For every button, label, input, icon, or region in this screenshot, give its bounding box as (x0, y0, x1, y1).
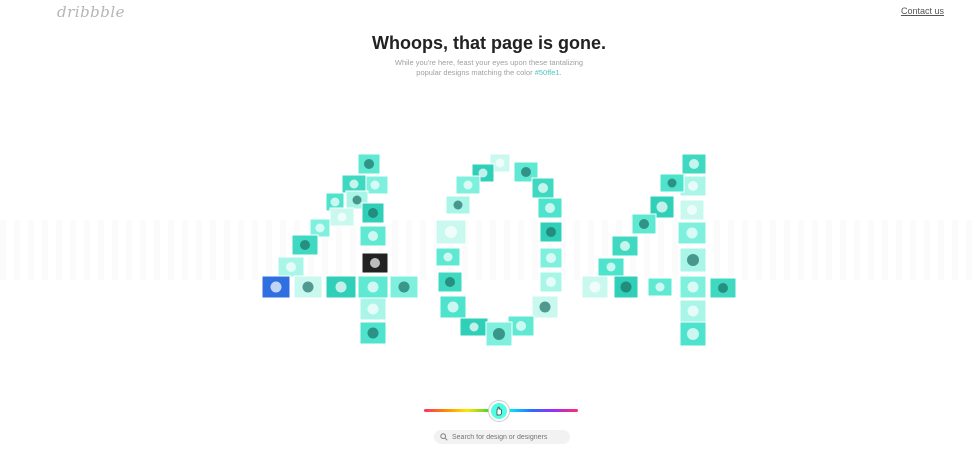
hand-icon (496, 406, 502, 416)
design-shot-thumbnail[interactable] (679, 299, 707, 323)
design-shot-thumbnail[interactable] (539, 221, 563, 243)
design-shot-thumbnail[interactable] (389, 275, 419, 299)
design-shot-thumbnail[interactable] (485, 321, 513, 347)
page-subtitle: While you're here, feast your eyes upon … (0, 58, 978, 78)
design-shot-thumbnail[interactable] (437, 271, 463, 293)
subtitle-line-2: popular designs matching the color #50ff… (0, 68, 978, 78)
design-shot-thumbnail[interactable] (359, 225, 387, 247)
search-bar[interactable] (434, 430, 570, 444)
design-shot-thumbnail[interactable] (359, 297, 387, 321)
design-shot-thumbnail[interactable] (537, 197, 563, 219)
color-hex-link[interactable]: #50ffe1 (535, 68, 560, 77)
design-shot-thumbnail[interactable] (357, 153, 381, 175)
design-shot-thumbnail[interactable] (325, 275, 357, 299)
design-shot-thumbnail[interactable] (597, 257, 625, 277)
dribbble-logo[interactable]: dribbble (57, 3, 125, 21)
design-shot-thumbnail[interactable] (631, 213, 657, 235)
page-title: Whoops, that page is gone. (372, 33, 606, 53)
design-shot-thumbnail[interactable] (329, 207, 355, 227)
contact-us-link[interactable]: Contact us (901, 6, 944, 16)
subtitle-line-1: While you're here, feast your eyes upon … (394, 58, 584, 67)
background-pattern (0, 220, 978, 280)
design-shot-thumbnail[interactable] (531, 295, 559, 319)
design-shot-thumbnail[interactable] (679, 275, 707, 299)
design-shot-thumbnail[interactable] (357, 275, 389, 299)
design-shot-thumbnail[interactable] (293, 275, 323, 299)
design-shot-thumbnail[interactable] (361, 252, 389, 274)
design-shot-thumbnail[interactable] (291, 234, 319, 256)
design-shot-thumbnail[interactable] (679, 247, 707, 273)
design-shot-thumbnail[interactable] (679, 199, 705, 221)
search-icon (440, 433, 448, 441)
design-shot-thumbnail[interactable] (679, 321, 707, 347)
design-shot-thumbnail[interactable] (277, 256, 305, 278)
design-shot-thumbnail[interactable] (647, 277, 673, 297)
design-shot-thumbnail[interactable] (445, 195, 471, 215)
design-shot-thumbnail[interactable] (539, 247, 563, 269)
design-shot-thumbnail[interactable] (435, 219, 467, 245)
color-slider-knob[interactable] (489, 401, 509, 421)
design-shot-thumbnail[interactable] (435, 247, 461, 267)
design-shot-thumbnail[interactable] (709, 277, 737, 299)
design-shot-thumbnail[interactable] (359, 321, 387, 345)
subtitle-line-2-suffix: . (559, 68, 562, 77)
design-shot-thumbnail[interactable] (681, 153, 707, 175)
design-shot-thumbnail[interactable] (341, 174, 367, 194)
search-input[interactable] (452, 433, 562, 441)
design-shot-thumbnail[interactable] (309, 218, 331, 238)
design-shot-thumbnail[interactable] (613, 275, 639, 299)
design-shot-thumbnail[interactable] (539, 271, 563, 293)
subtitle-line-2-prefix: popular designs matching the color (416, 68, 535, 77)
design-shot-thumbnail[interactable] (261, 275, 291, 299)
design-shot-thumbnail[interactable] (531, 177, 555, 199)
design-shot-thumbnail[interactable] (439, 295, 467, 319)
design-shot-thumbnail[interactable] (677, 221, 707, 245)
design-shot-thumbnail[interactable] (455, 175, 481, 195)
design-shot-thumbnail[interactable] (611, 235, 639, 257)
design-shot-thumbnail[interactable] (459, 317, 489, 337)
design-shot-thumbnail[interactable] (581, 275, 609, 299)
design-shot-thumbnail[interactable] (361, 202, 385, 224)
design-shot-thumbnail[interactable] (659, 173, 685, 193)
